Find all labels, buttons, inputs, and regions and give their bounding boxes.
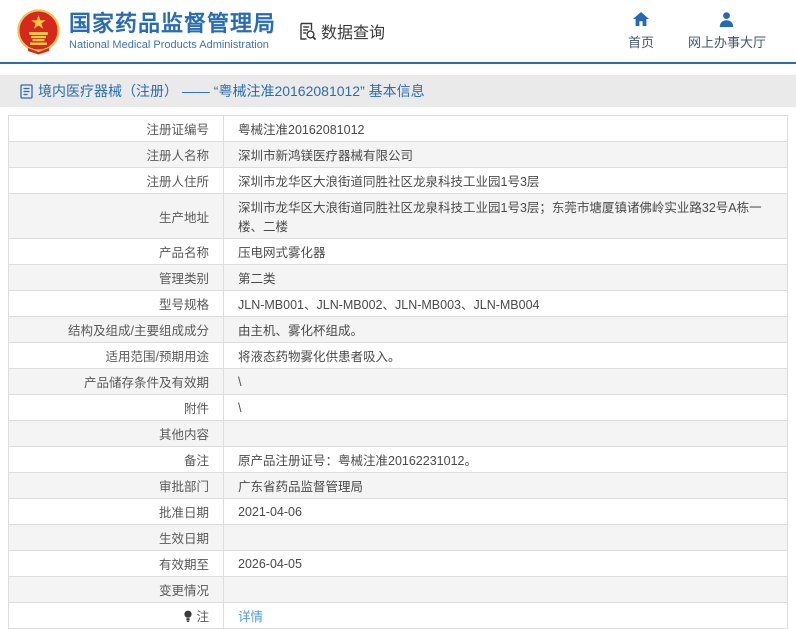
row-label: 注册人住所: [9, 168, 224, 193]
table-row: 其他内容: [9, 421, 787, 447]
breadcrumb-bar: 境内医疗器械（注册） —— “粤械注准20162081012” 基本信息: [0, 75, 796, 107]
table-row: 适用范围/预期用途将液态药物雾化供患者吸入。: [9, 343, 787, 369]
table-row: 结构及组成/主要组成成分由主机、雾化杯组成。: [9, 317, 787, 343]
row-label: 结构及组成/主要组成成分: [9, 317, 224, 342]
row-label: 其他内容: [9, 421, 224, 446]
row-value: 原产品注册证号：粤械注准20162231012。: [224, 447, 787, 472]
brand: 国家药品监督管理局 National Medical Products Admi…: [16, 8, 276, 55]
org-name-en: National Medical Products Administration: [69, 39, 276, 51]
table-row: 生效日期: [9, 525, 787, 551]
nav-home[interactable]: 首页: [628, 12, 654, 51]
data-query-nav[interactable]: 数据查询: [298, 19, 385, 43]
row-label: 备注: [9, 447, 224, 472]
row-value: 第二类: [224, 265, 787, 290]
row-label: 附件: [9, 395, 224, 420]
nav-service-hall[interactable]: 网上办事大厅: [688, 12, 766, 51]
table-row: 审批部门广东省药品监督管理局: [9, 473, 787, 499]
data-query-label: 数据查询: [321, 19, 385, 43]
nav-service-hall-label: 网上办事大厅: [688, 32, 766, 51]
table-row: 注册人名称深圳市新鸿镁医疗器械有限公司: [9, 142, 787, 168]
row-value: 2021-04-06: [224, 499, 787, 524]
row-value: \: [224, 395, 787, 420]
row-label: 型号规格: [9, 291, 224, 316]
registration-detail-table: 注册证编号粤械注准20162081012注册人名称深圳市新鸿镁医疗器械有限公司注…: [8, 115, 788, 629]
table-row: 型号规格JLN-MB001、JLN-MB002、JLN-MB003、JLN-MB…: [9, 291, 787, 317]
national-emblem-logo: [16, 8, 61, 55]
row-value: 广东省药品监督管理局: [224, 473, 787, 498]
row-value: 由主机、雾化杯组成。: [224, 317, 787, 342]
row-label: 注册证编号: [9, 116, 224, 141]
table-row: 产品名称压电网式雾化器: [9, 239, 787, 265]
table-row: 生产地址深圳市龙华区大浪街道同胜社区龙泉科技工业园1号3层；东莞市塘厦镇诸佛岭实…: [9, 194, 787, 239]
document-icon: [20, 84, 33, 99]
table-row: 注册证编号粤械注准20162081012: [9, 116, 787, 142]
row-value: 详情: [224, 603, 787, 628]
table-row: 管理类别第二类: [9, 265, 787, 291]
breadcrumb: 境内医疗器械（注册） —— “粤械注准20162081012” 基本信息: [38, 81, 425, 101]
table-row: 备注原产品注册证号：粤械注准20162231012。: [9, 447, 787, 473]
row-value: 将液态药物雾化供患者吸入。: [224, 343, 787, 368]
table-row: 产品储存条件及有效期\: [9, 369, 787, 395]
table-row: 注详情: [9, 603, 787, 629]
data-query-icon: [298, 22, 317, 41]
row-label: 变更情况: [9, 577, 224, 602]
table-row: 批准日期2021-04-06: [9, 499, 787, 525]
row-label: 有效期至: [9, 551, 224, 576]
row-label: 产品名称: [9, 239, 224, 264]
row-value: 深圳市龙华区大浪街道同胜社区龙泉科技工业园1号3层: [224, 168, 787, 193]
row-value: 深圳市龙华区大浪街道同胜社区龙泉科技工业园1号3层；东莞市塘厦镇诸佛岭实业路32…: [224, 194, 787, 238]
row-label: 适用范围/预期用途: [9, 343, 224, 368]
note-icon: [183, 610, 193, 623]
table-row: 注册人住所深圳市龙华区大浪街道同胜社区龙泉科技工业园1号3层: [9, 168, 787, 194]
row-label: 注: [9, 603, 224, 628]
row-value: 压电网式雾化器: [224, 239, 787, 264]
row-value: 2026-04-05: [224, 551, 787, 576]
site-header: 国家药品监督管理局 National Medical Products Admi…: [0, 0, 796, 64]
table-row: 附件\: [9, 395, 787, 421]
row-label: 生产地址: [9, 194, 224, 238]
row-value: 粤械注准20162081012: [224, 116, 787, 141]
row-label: 管理类别: [9, 265, 224, 290]
row-label: 注册人名称: [9, 142, 224, 167]
row-label: 生效日期: [9, 525, 224, 550]
top-nav: 首页 网上办事大厅: [628, 12, 766, 51]
row-value: [224, 577, 787, 602]
org-name-cn: 国家药品监督管理局: [69, 11, 276, 36]
row-label: 产品储存条件及有效期: [9, 369, 224, 394]
row-value: 深圳市新鸿镁医疗器械有限公司: [224, 142, 787, 167]
row-value: [224, 525, 787, 550]
row-label: 批准日期: [9, 499, 224, 524]
home-icon: [633, 12, 649, 27]
table-row: 变更情况: [9, 577, 787, 603]
user-icon: [719, 12, 734, 27]
row-value: [224, 421, 787, 446]
row-label: 审批部门: [9, 473, 224, 498]
row-value: JLN-MB001、JLN-MB002、JLN-MB003、JLN-MB004: [224, 291, 787, 316]
table-row: 有效期至2026-04-05: [9, 551, 787, 577]
nav-home-label: 首页: [628, 32, 654, 51]
row-value: \: [224, 369, 787, 394]
details-link[interactable]: 详情: [238, 606, 263, 625]
